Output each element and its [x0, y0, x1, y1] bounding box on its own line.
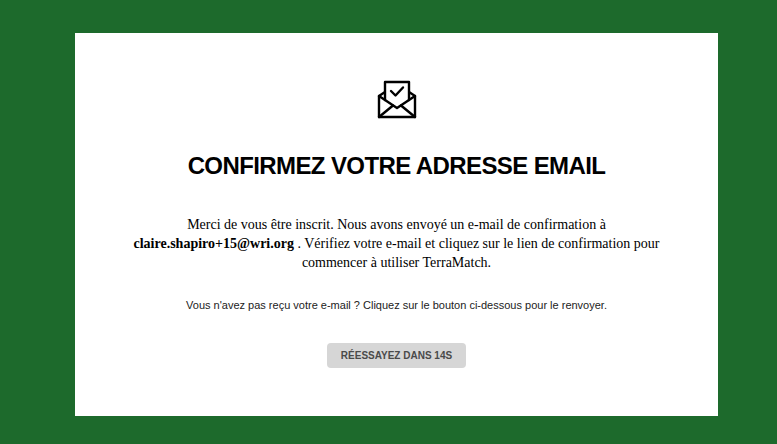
- confirmation-message: Merci de vous être inscrit. Nous avons e…: [112, 215, 682, 272]
- page: CONFIRMEZ VOTRE ADRESSE EMAIL Merci de vo…: [0, 0, 777, 444]
- email-address: claire.shapiro+15@wri.org: [133, 236, 293, 251]
- resend-button[interactable]: RÉESSAYEZ DANS 14S: [327, 343, 466, 368]
- card-title: CONFIRMEZ VOTRE ADRESSE EMAIL: [188, 151, 606, 181]
- resend-hint: Vous n'avez pas reçu votre e-mail ? Cliq…: [186, 298, 607, 312]
- envelope-check-icon: [376, 79, 418, 121]
- confirm-email-card: CONFIRMEZ VOTRE ADRESSE EMAIL Merci de vo…: [75, 33, 718, 416]
